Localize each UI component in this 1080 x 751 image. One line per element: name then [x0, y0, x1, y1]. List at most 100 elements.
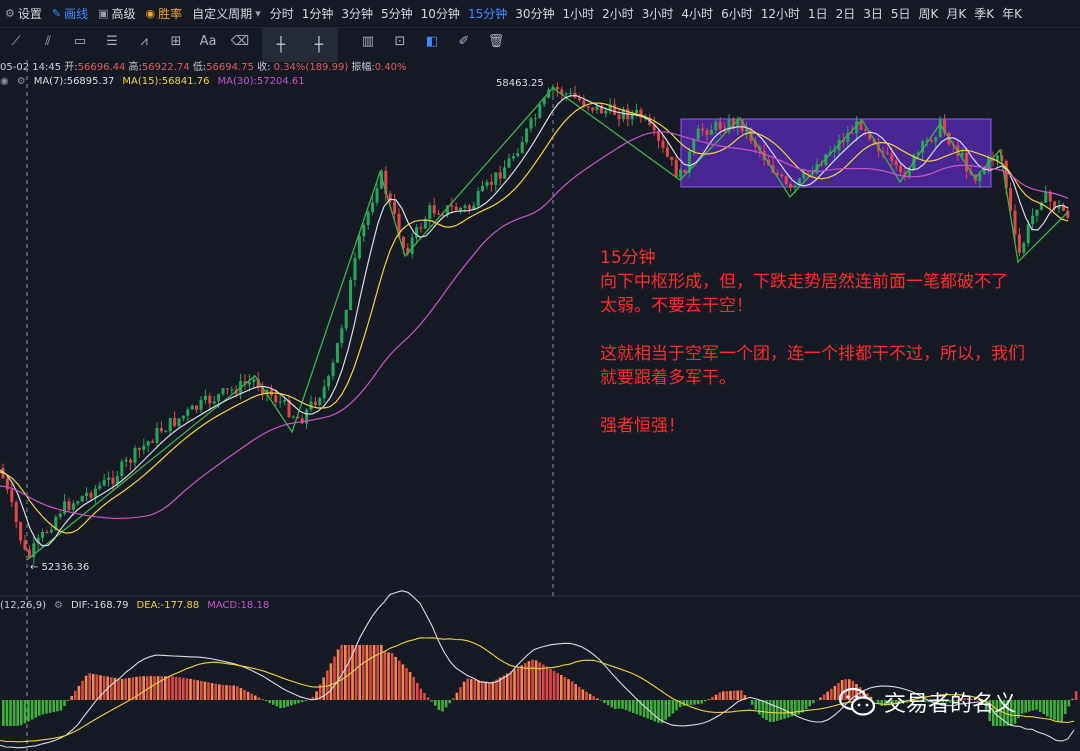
- candle-body: [617, 114, 621, 119]
- macd-bar: [336, 649, 340, 700]
- candle-body: [331, 362, 335, 377]
- macd-bar: [268, 700, 271, 704]
- macd-bar: [383, 650, 387, 700]
- macd-bar: [794, 700, 797, 716]
- candle-body: [850, 132, 854, 134]
- macd-bar: [257, 697, 261, 700]
- candle-body: [793, 185, 797, 188]
- candle-body: [393, 201, 397, 214]
- macd-bar: [232, 685, 235, 700]
- macd-bar: [808, 700, 811, 707]
- candle-body: [679, 169, 683, 178]
- macd-bar: [606, 700, 610, 706]
- macd-bar: [74, 690, 77, 700]
- macd-bar: [520, 665, 523, 700]
- macd-bar: [246, 691, 250, 700]
- candle-body: [142, 445, 146, 450]
- macd-bar: [689, 700, 693, 706]
- candle-body: [890, 153, 894, 161]
- macd-bar: [81, 680, 84, 700]
- macd-bar: [599, 700, 603, 701]
- macd-bar: [254, 695, 257, 700]
- macd-bar: [549, 668, 552, 700]
- candle-body: [507, 158, 511, 168]
- macd-bar: [41, 700, 45, 715]
- macd-bar: [153, 676, 156, 700]
- candle-body: [463, 205, 467, 208]
- macd-bar: [758, 700, 761, 715]
- candle-body: [208, 395, 212, 404]
- candle-body: [102, 479, 106, 486]
- candle-body: [569, 92, 573, 94]
- macd-bar: [545, 666, 549, 700]
- candle-body: [98, 485, 102, 489]
- macd-bar: [1071, 698, 1074, 700]
- candle-body: [577, 97, 581, 101]
- macd-bar: [329, 663, 333, 700]
- macd-bar: [376, 645, 379, 700]
- macd-bar: [506, 673, 509, 700]
- candle-body: [960, 152, 964, 156]
- annotation-text: 15分钟 向下中枢形成，但，下跌走势居然连前面一笔都破不了 太弱。不要去干空！ …: [600, 248, 1025, 436]
- macd-bar: [182, 677, 185, 700]
- macd-bar: [704, 700, 707, 702]
- macd-bar: [272, 700, 275, 705]
- candle-body: [177, 418, 181, 426]
- candle-body: [709, 130, 713, 135]
- candle-body: [230, 389, 234, 391]
- candle-body: [586, 106, 590, 108]
- candle-body: [366, 212, 370, 225]
- macd-bar: [1064, 700, 1067, 714]
- macd-bar: [210, 683, 214, 700]
- macd-bar: [178, 677, 181, 700]
- candle-body: [111, 477, 115, 484]
- macd-bar: [250, 693, 253, 700]
- candle-body: [274, 395, 278, 402]
- candle-body: [195, 405, 199, 410]
- macd-bar: [513, 669, 516, 700]
- candle-body: [212, 401, 216, 404]
- macd-bar: [358, 645, 361, 700]
- macd-bar: [174, 676, 178, 700]
- candle-body: [894, 160, 898, 166]
- candle-body: [696, 128, 700, 140]
- candle-body: [934, 137, 938, 142]
- candle-body: [190, 405, 194, 410]
- candle-body: [459, 207, 463, 211]
- macd-bar: [192, 679, 196, 700]
- candle-body: [173, 418, 177, 426]
- macd-bar: [754, 700, 757, 710]
- macd-bar: [228, 685, 232, 700]
- macd-bar: [95, 674, 99, 700]
- macd-bar: [779, 700, 783, 720]
- macd-bar: [261, 699, 264, 700]
- candle-body: [85, 492, 89, 496]
- candle-body: [155, 428, 159, 443]
- candle-body: [146, 441, 150, 446]
- candle-body: [476, 191, 480, 206]
- macd-bar: [236, 686, 239, 700]
- macd-bar: [448, 700, 451, 704]
- macd-bar: [563, 677, 567, 700]
- candle-body: [670, 156, 674, 160]
- candle-body: [789, 183, 793, 188]
- candle-body: [978, 173, 982, 182]
- macd-bar: [282, 700, 286, 708]
- macd-bar: [88, 673, 91, 700]
- candle-body: [353, 258, 357, 280]
- macd-bar: [470, 679, 473, 700]
- macd-bar: [452, 698, 455, 700]
- candle-body: [313, 401, 317, 406]
- candle-body: [498, 172, 502, 179]
- macd-bar: [142, 676, 145, 700]
- macd-bar: [34, 700, 37, 718]
- settings-small-icon[interactable]: ⚙: [54, 600, 63, 611]
- candle-body: [1035, 209, 1039, 216]
- wechat-icon: [838, 687, 876, 716]
- macd-bar: [12, 700, 16, 726]
- macd-bar: [592, 696, 595, 700]
- candle-body: [23, 540, 27, 550]
- macd-bar: [290, 700, 293, 706]
- candle-body: [450, 205, 454, 207]
- macd-bar: [405, 668, 408, 700]
